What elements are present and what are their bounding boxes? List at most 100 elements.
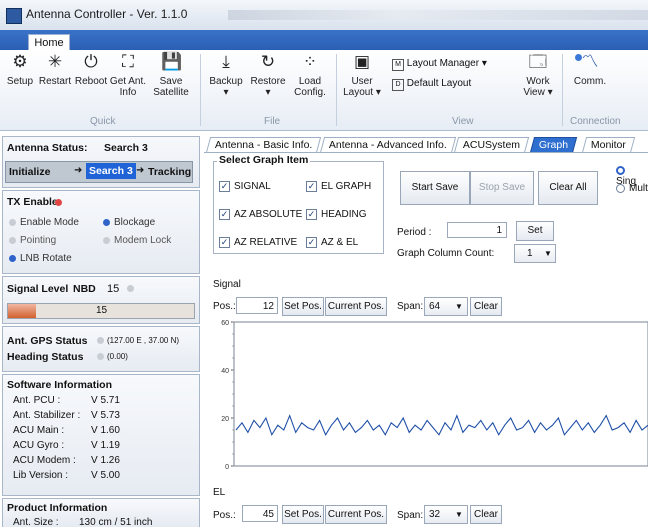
signal-level-panel: Signal Level NBD 15 15 [2, 276, 200, 324]
tab-antenna-basic-info[interactable]: Antenna - Basic Info. [205, 137, 322, 153]
chevron-down-icon: ▼ [455, 302, 463, 311]
step-initialize: Initialize [9, 166, 51, 178]
signal-wave-icon: 〽 [581, 52, 599, 72]
sw-row-label: Ant. PCU : [13, 395, 61, 406]
el-set-pos-button[interactable]: Set Pos. [282, 505, 324, 524]
restart-button[interactable]: ✳ Restart [36, 52, 74, 87]
load-config-button[interactable]: ⁘ Load Config. [290, 52, 330, 98]
restore-button[interactable]: ↻ Restore ▾ [248, 52, 288, 98]
signal-clear-button[interactable]: Clear [470, 297, 502, 316]
layout-manager-button[interactable]: M Layout Manager ▾ [392, 58, 487, 71]
el-current-pos-button[interactable]: Current Pos. [325, 505, 387, 524]
chevron-down-icon: ▾ [223, 87, 229, 98]
ant-gps-value: (127.00 E , 37.00 N) [107, 336, 180, 345]
radio-multi[interactable]: Mult [616, 183, 648, 194]
group-label-file: File [264, 116, 281, 127]
checkbox-el-graph[interactable]: ✓ EL GRAPH [306, 181, 371, 192]
pointing-indicator: Pointing [9, 235, 56, 246]
sw-row-value: V 1.19 [91, 440, 120, 451]
default-layout-button[interactable]: D Default Layout [392, 78, 471, 91]
signal-set-pos-button[interactable]: Set Pos. [282, 297, 324, 316]
work-view-button[interactable]: 🗔 Work View ▾ [518, 52, 558, 98]
ribbon-separator [562, 54, 563, 126]
window-icon: 🗔 [528, 52, 548, 72]
sw-row-label: ACU Modem : [13, 455, 76, 466]
signal-span-label: Span: [397, 301, 424, 312]
checkbox-az-absolute[interactable]: ✓ AZ ABSOLUTE [219, 209, 302, 220]
clear-all-button[interactable]: Clear All [538, 171, 598, 205]
antenna-status-label: Antenna Status: [7, 142, 88, 154]
chevron-down-icon: ▼ [544, 249, 552, 258]
ribbon-separator [200, 54, 201, 126]
arrow-right-icon: ➜ [136, 165, 145, 176]
signal-span-dropdown[interactable]: 64 ▼ [424, 297, 468, 316]
backup-button[interactable]: ⤓ Backup ▾ [206, 52, 246, 98]
group-label-connection: Connection [570, 116, 621, 127]
group-label-quick: Quick [90, 116, 116, 127]
sw-row-label: Ant. Stabilizer : [13, 410, 81, 421]
signal-mode: NBD [73, 283, 96, 295]
reboot-button[interactable]: ⏻ Reboot [74, 52, 108, 87]
check-icon: ✓ [219, 209, 230, 220]
chevron-down-icon: ▾ [265, 87, 271, 98]
el-pos-input[interactable]: 45 [242, 505, 278, 522]
title-bar: Antenna Controller - Ver. 1.1.0 [0, 0, 648, 31]
signal-level-bar: 15 [7, 303, 195, 319]
sw-row-label: Lib Version : [13, 470, 69, 481]
ribbon-separator [336, 54, 337, 126]
connection-status-dot [575, 54, 582, 61]
ribbon-tab-strip [0, 30, 648, 50]
checkbox-signal[interactable]: ✓ SIGNAL [219, 181, 271, 192]
antenna-status-value: Search 3 [104, 142, 148, 154]
heading-status-label: Heading Status [7, 351, 84, 363]
heading-value: (0.00) [107, 352, 128, 361]
signal-value: 15 [107, 283, 120, 295]
tab-monitor[interactable]: Monitor [581, 137, 636, 153]
sw-row-label: ACU Gyro : [13, 440, 65, 451]
layout-manager-icon: M [392, 59, 404, 71]
tab-graph[interactable]: Graph [529, 137, 578, 153]
start-save-button[interactable]: Start Save [400, 171, 470, 205]
stop-save-button[interactable]: Stop Save [470, 171, 534, 205]
tab-acusystem[interactable]: ACUSystem [453, 137, 530, 153]
signal-pos-label: Pos.: [213, 301, 236, 312]
chevron-down-icon: ▼ [455, 510, 463, 519]
period-input[interactable]: 1 [447, 222, 507, 238]
checkbox-az-relative[interactable]: ✓ AZ RELATIVE [219, 237, 297, 248]
signal-pos-input[interactable]: 12 [236, 297, 278, 314]
setup-button[interactable]: ⚙ Setup [4, 52, 36, 87]
save-satellite-button[interactable]: 💾 Save Satellite [148, 52, 194, 98]
tx-enable-panel: TX Enable Enable Mode Blockage Pointing … [2, 190, 200, 274]
sw-row-value: V 5.73 [91, 410, 120, 421]
user-layout-button[interactable]: ▣ User Layout ▾ [342, 52, 382, 98]
window-title: Antenna Controller - Ver. 1.1.0 [26, 7, 188, 21]
heading-indicator [97, 353, 104, 360]
column-count-dropdown[interactable]: 1 ▼ [514, 244, 556, 263]
tab-antenna-advanced-info[interactable]: Antenna - Advanced Info. [319, 137, 457, 153]
sw-row-value: V 5.71 [91, 395, 120, 406]
ant-size-label: Ant. Size : [13, 517, 59, 528]
ant-size-value: 130 cm / 51 inch [79, 517, 153, 528]
set-period-button[interactable]: Set [516, 221, 554, 241]
select-graph-item-title: Select Graph Item [217, 154, 311, 166]
checkbox-az-el[interactable]: ✓ AZ & EL [306, 237, 358, 248]
signal-chart: 60 40 20 0 [221, 320, 648, 471]
el-pos-label: Pos.: [213, 510, 236, 521]
setup-icon: ⚙ [12, 52, 28, 72]
el-clear-button[interactable]: Clear [470, 505, 502, 524]
plot-area [233, 321, 648, 467]
sw-row-value: V 5.00 [91, 470, 120, 481]
get-ant-info-button[interactable]: ⛶ Get Ant. Info [108, 52, 148, 98]
tab-home[interactable]: Home [28, 34, 70, 51]
period-label: Period : [397, 227, 432, 238]
save-icon: 💾 [161, 52, 183, 72]
software-info-title: Software Information [7, 379, 113, 391]
y-tick-label: 20 [221, 416, 229, 423]
software-info-panel: Software Information Ant. PCU : V 5.71 A… [2, 374, 200, 496]
checkbox-heading[interactable]: ✓ HEADING [306, 209, 367, 220]
gps-status-panel: Ant. GPS Status (127.00 E , 37.00 N) Hea… [2, 326, 200, 372]
el-span-dropdown[interactable]: 32 ▼ [424, 505, 468, 524]
default-layout-icon: D [392, 79, 404, 91]
signal-current-pos-button[interactable]: Current Pos. [325, 297, 387, 316]
signal-level-fill [8, 304, 36, 318]
